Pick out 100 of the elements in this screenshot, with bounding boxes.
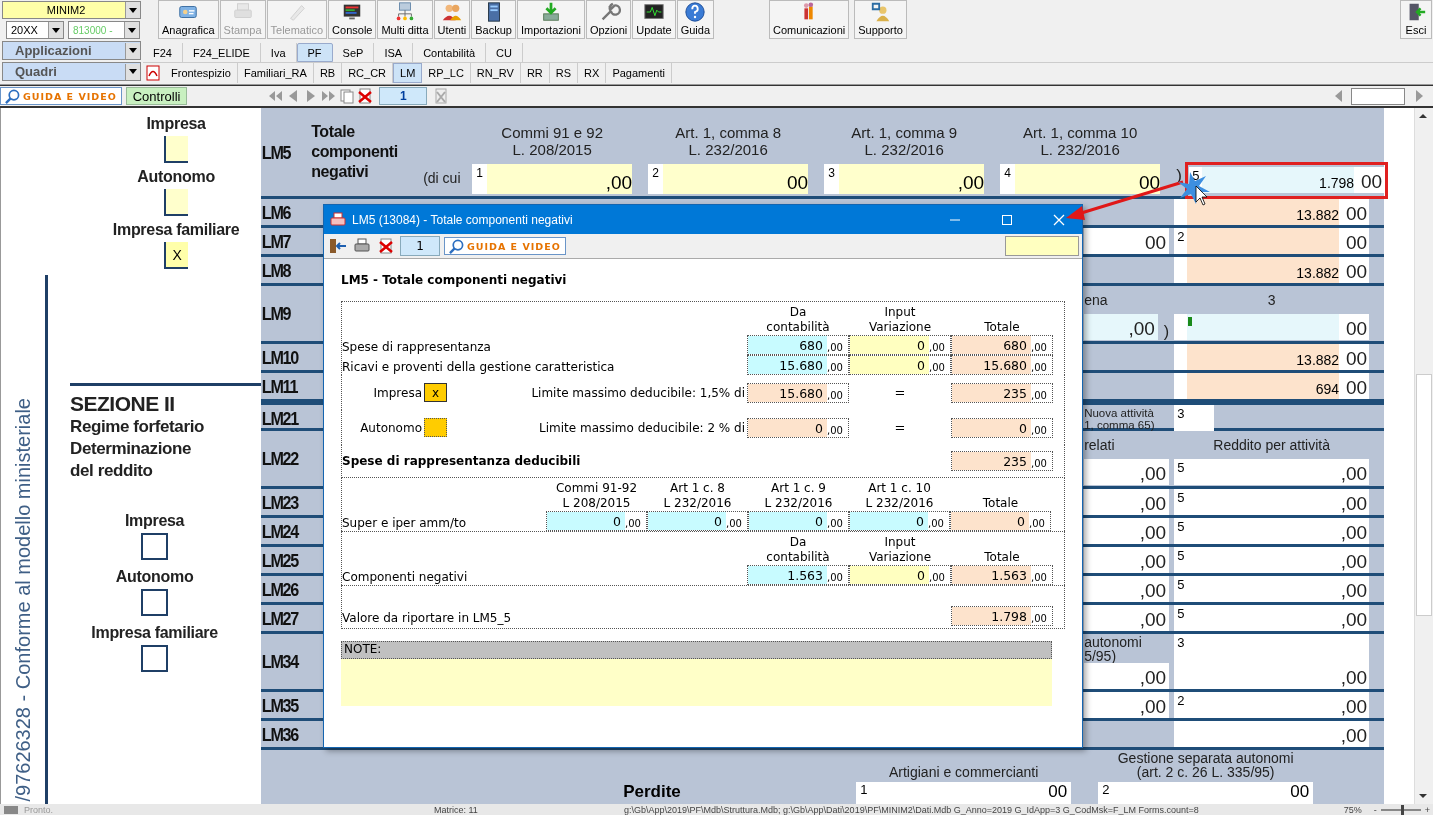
amount-field[interactable]: 3 ,00 — [1174, 634, 1370, 689]
zoom-out-button[interactable]: - — [1373, 805, 1377, 815]
amount-field[interactable]: 0 ,00 — [747, 417, 849, 438]
quadro-tab[interactable]: LM — [393, 63, 423, 83]
page-field[interactable]: 1 — [400, 236, 440, 256]
amount-field[interactable]: 5 ,00 — [1174, 489, 1370, 515]
toolbar-button[interactable]: Update — [632, 0, 676, 39]
controls-button[interactable]: Controlli — [125, 87, 188, 105]
zoom-in-button[interactable]: + — [1424, 805, 1430, 815]
amount-field[interactable]: 13.882 00 — [1174, 199, 1370, 225]
exit-button[interactable] — [328, 237, 348, 255]
toolbar-button[interactable]: Supporto — [854, 0, 907, 39]
amount-field[interactable]: 00 — [1084, 228, 1170, 254]
amount-field[interactable]: 2 00 — [1098, 782, 1314, 804]
quadro-tab[interactable]: RP_LC — [422, 63, 471, 83]
note-field[interactable] — [341, 659, 1052, 706]
amount-field[interactable]: 0 ,00 — [647, 511, 748, 531]
copy-icon[interactable] — [339, 88, 356, 104]
amount-field[interactable]: 5 ,00 — [1174, 547, 1370, 573]
amount-field[interactable]: 1.563 ,00 — [747, 565, 849, 585]
quadro-tab[interactable]: RX — [578, 63, 607, 83]
amount-field[interactable]: 1 00 — [856, 782, 1072, 804]
amount-field[interactable]: ,00 — [1084, 663, 1170, 689]
pdf-icon[interactable] — [145, 65, 161, 81]
app-tab[interactable]: ISA — [374, 43, 414, 62]
toolbar-button[interactable]: Backup — [471, 0, 516, 39]
amount-field[interactable]: 0 ,00 — [951, 417, 1053, 438]
first-page-icon[interactable] — [267, 88, 284, 104]
toolbar-button[interactable]: Opzioni — [585, 0, 632, 39]
amount-field[interactable]: 15.680 ,00 — [747, 355, 849, 375]
amount-field[interactable]: 15.680 ,00 — [747, 382, 849, 403]
amount-field[interactable]: 13.882 00 — [1174, 257, 1370, 283]
amount-field[interactable]: 15.680 ,00 — [951, 355, 1053, 375]
toolbar-button[interactable]: Anagrafica — [158, 0, 219, 39]
amount-field[interactable]: ,00 — [1174, 721, 1370, 747]
amount-field[interactable]: 1.798 ,00 — [951, 606, 1053, 626]
amount-field[interactable]: ,00 — [1084, 518, 1170, 544]
amount-field[interactable]: 0 ,00 — [950, 511, 1051, 531]
amount-field[interactable]: 1.563 ,00 — [951, 565, 1053, 585]
amount-field[interactable]: 0 ,00 — [748, 511, 849, 531]
quadro-tab[interactable]: RB — [313, 63, 343, 83]
checkbox[interactable] — [164, 189, 189, 216]
checkbox[interactable] — [141, 533, 169, 560]
app-tab[interactable]: SeP — [332, 43, 375, 62]
page-field[interactable]: 1 — [379, 87, 428, 105]
record-field[interactable] — [1351, 87, 1405, 105]
app-tab[interactable]: F24 — [143, 43, 183, 62]
app-tab[interactable]: Iva — [260, 43, 297, 62]
amount-field[interactable]: 5 1.798 00 — [1189, 167, 1385, 193]
amount-field[interactable]: 5 ,00 — [1174, 605, 1370, 631]
amount-field[interactable]: 5 ,00 — [1174, 459, 1370, 485]
amount-field[interactable]: ,00 — [1084, 547, 1170, 573]
exit-button[interactable]: Esci — [1400, 0, 1432, 39]
amount-field[interactable]: 235 ,00 — [951, 382, 1053, 403]
amount-field[interactable]: 680 ,00 — [747, 335, 849, 355]
quadro-tab[interactable]: Frontespizio — [165, 63, 238, 83]
quadro-tab[interactable]: RR — [520, 63, 550, 83]
amount-field[interactable]: 3 ,00 — [824, 164, 985, 194]
amount-field[interactable]: 13.882 00 — [1174, 344, 1370, 370]
zoom-slider-thumb[interactable] — [1400, 805, 1404, 815]
amount-field[interactable]: ,00 — [1084, 605, 1170, 631]
scrollbar[interactable] — [1414, 108, 1433, 804]
amount-field[interactable]: 0 ,00 — [546, 511, 647, 531]
amount-field[interactable]: 0 ,00 — [849, 511, 950, 531]
amount-field[interactable]: 00 — [1174, 314, 1370, 340]
amount-field[interactable]: 2 00 — [648, 164, 809, 194]
checkbox[interactable] — [141, 589, 169, 616]
toolbar-button[interactable]: Comunicazioni — [769, 0, 850, 39]
checkbox[interactable] — [164, 136, 189, 163]
toolbar-button[interactable]: Console — [328, 0, 377, 39]
applications-combo[interactable]: Applicazioni — [2, 41, 141, 60]
amount-field[interactable]: 680 ,00 — [951, 335, 1053, 355]
checkbox[interactable] — [141, 645, 169, 672]
app-tab[interactable]: Contabilità — [413, 43, 487, 62]
amount-field[interactable]: 694 00 — [1174, 373, 1370, 399]
amount-field[interactable]: 2 00 — [1174, 228, 1370, 254]
amount-field[interactable]: ,00 — [1084, 459, 1170, 485]
amount-field[interactable]: ,00 — [1084, 576, 1170, 602]
amount-field[interactable]: 235 ,00 — [951, 451, 1053, 471]
quadri-combo[interactable]: Quadri — [2, 62, 141, 81]
amount-field[interactable]: 2 ,00 — [1174, 692, 1370, 718]
toolbar-button[interactable]: Utenti — [433, 0, 471, 39]
amount-field[interactable]: 0 ,00 — [849, 565, 951, 585]
amount-field[interactable]: 4 00 — [1000, 164, 1161, 194]
amount-field[interactable]: ,00 — [1084, 489, 1170, 515]
checkbox[interactable]: X — [164, 242, 189, 269]
amount-field[interactable]: ,00 — [1084, 692, 1170, 718]
amount-field[interactable]: ,00 — [1084, 314, 1158, 340]
delete-icon[interactable] — [357, 88, 374, 104]
amount-field[interactable]: 3 — [1174, 405, 1215, 431]
app-tab[interactable]: PF — [296, 43, 333, 62]
quadro-tab[interactable]: Familiari_RA — [237, 63, 314, 83]
app-tab[interactable]: CU — [486, 43, 523, 62]
toolbar-button[interactable]: Importazioni — [517, 0, 585, 39]
quadro-tab[interactable]: RS — [549, 63, 579, 83]
year-combo[interactable]: 20XX — [6, 21, 64, 39]
input-field[interactable] — [1005, 236, 1079, 256]
app-tab[interactable]: F24_ELIDE — [182, 43, 261, 62]
quadro-tab[interactable]: RN_RV — [470, 63, 521, 83]
toolbar-button[interactable]: Multi ditta — [377, 0, 433, 39]
